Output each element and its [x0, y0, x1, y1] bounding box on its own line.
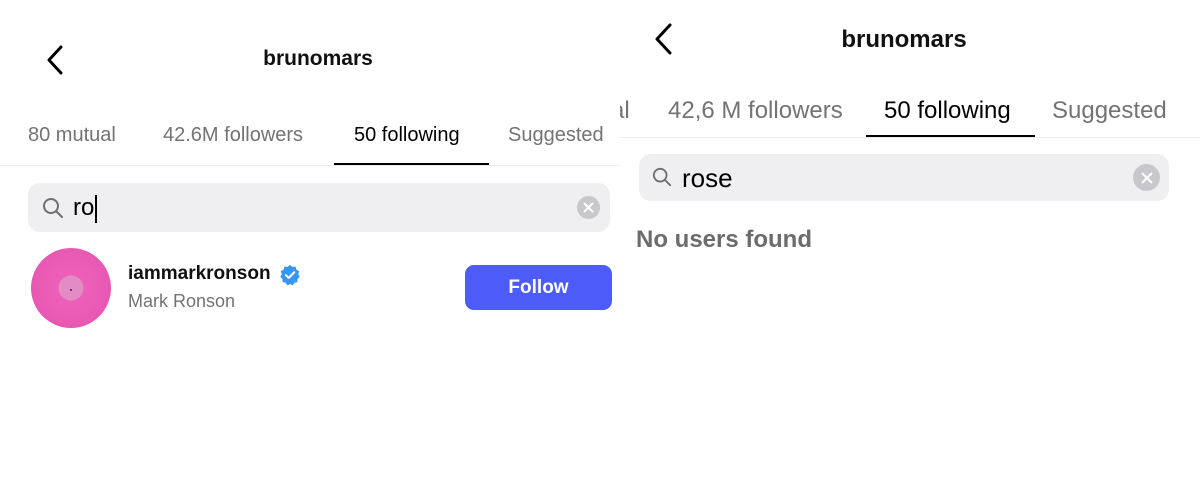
tab-mutual-partial[interactable]: al: [620, 97, 630, 125]
search-query: rose: [682, 163, 733, 193]
text-cursor: [95, 194, 98, 223]
page-title: brunomars: [841, 26, 967, 53]
tab-suggested[interactable]: Suggested: [1052, 97, 1167, 125]
back-button[interactable]: [646, 22, 680, 56]
tab-suggested[interactable]: Suggested: [508, 124, 604, 147]
chevron-left-icon: [655, 23, 672, 55]
verified-badge-icon: [280, 264, 300, 286]
username[interactable]: iammarkronson: [128, 263, 271, 285]
tabs-divider: [0, 165, 620, 166]
tab-followers[interactable]: 42.6M followers: [163, 124, 303, 147]
tab-mutual[interactable]: 80 mutual: [28, 124, 116, 147]
search-icon: [43, 198, 63, 218]
tab-followers[interactable]: 42,6 M followers: [668, 97, 843, 125]
full-name: Mark Ronson: [128, 291, 236, 311]
back-button[interactable]: [38, 43, 72, 77]
empty-state-message: No users found: [636, 226, 813, 253]
clear-search-button[interactable]: [1133, 164, 1160, 191]
search-input[interactable]: ro: [28, 183, 610, 232]
follow-button[interactable]: Follow: [465, 265, 612, 310]
chevron-left-icon: [47, 45, 63, 75]
right-screenshot: brunomars al 42,6 M followers 50 followi…: [620, 0, 1200, 495]
search-icon: [652, 167, 672, 187]
search-query: ro: [73, 194, 98, 223]
avatar[interactable]: [31, 248, 111, 328]
tabs-divider: [620, 137, 1200, 138]
clear-search-button[interactable]: [577, 196, 600, 219]
search-input[interactable]: rose: [639, 154, 1169, 201]
page-title: brunomars: [263, 47, 373, 70]
list-item[interactable]: iammarkronson Mark Ronson Follow: [0, 244, 620, 330]
close-icon: [583, 202, 594, 213]
close-icon: [1141, 172, 1152, 183]
avatar-center-dot: [70, 289, 72, 291]
left-screenshot: brunomars 80 mutual 42.6M followers 50 f…: [0, 0, 620, 495]
tab-following[interactable]: 50 following: [884, 97, 1011, 125]
tab-following[interactable]: 50 following: [354, 124, 460, 147]
